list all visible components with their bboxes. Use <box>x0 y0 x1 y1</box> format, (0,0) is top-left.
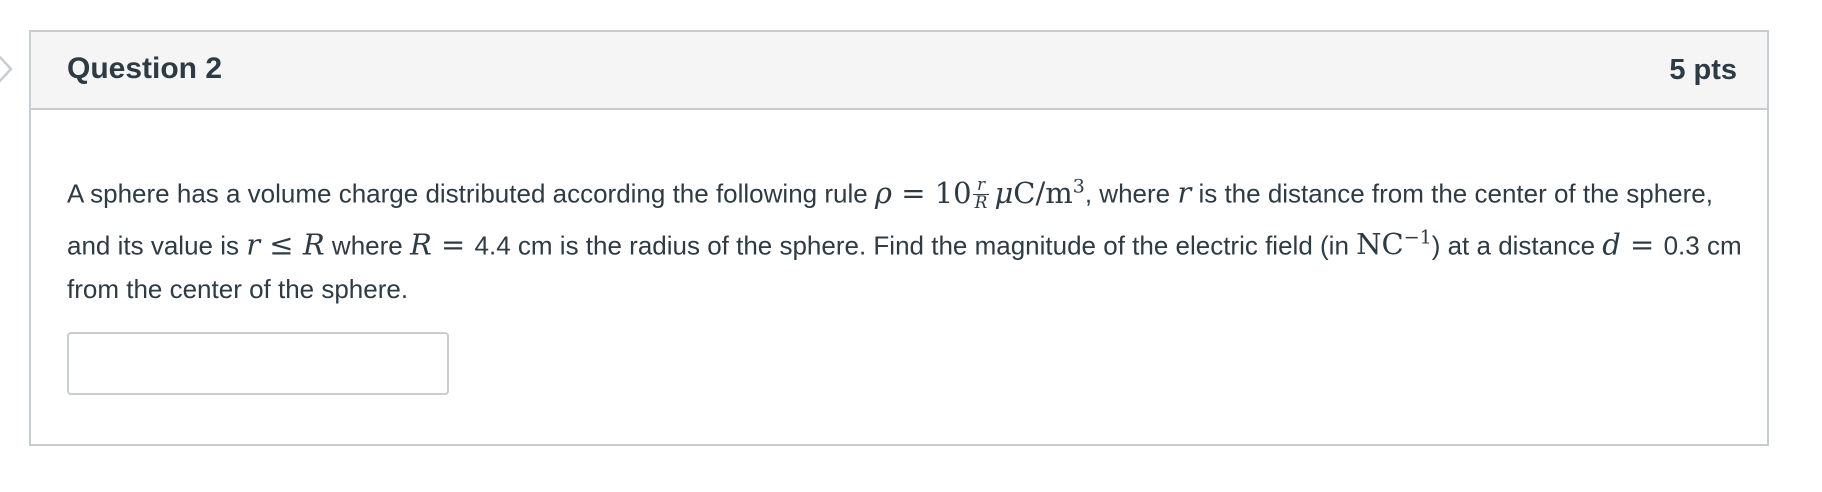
question-text-segment: where <box>324 230 410 261</box>
math-symbol-R: R <box>302 227 325 262</box>
question-card: Question 2 5 pts A sphere has a volume c… <box>29 30 1769 446</box>
fraction-denominator: R <box>974 193 988 214</box>
unit-nc-exponent: −1 <box>1403 226 1432 249</box>
math-symbol-R: R <box>409 227 432 262</box>
math-symbol-r: r <box>1177 175 1192 210</box>
math-symbol-r: r <box>246 227 261 262</box>
chevron-right-icon <box>0 55 13 83</box>
math-equals: = <box>431 227 475 262</box>
math-symbol-d: d <box>1602 227 1621 262</box>
unit-nc: NC <box>1356 227 1404 262</box>
math-symbol-mu: μ <box>994 175 1014 210</box>
math-unit-nc: NC−1 <box>1356 226 1432 262</box>
math-le: ≤ <box>260 227 303 262</box>
question-text: A sphere has a volume charge distributed… <box>67 164 1747 311</box>
math-inequality: r ≤ R <box>246 227 324 261</box>
math-symbol-rho: ρ <box>874 175 892 210</box>
math-fraction: rR <box>972 177 990 214</box>
question-text-segment: , where <box>1084 178 1178 209</box>
math-expression: ρ = 10 r RμC/m3 <box>874 175 1085 214</box>
math-equals-ten: = 10 <box>891 175 972 210</box>
math-equals: = <box>1620 227 1664 262</box>
question-title: Question 2 <box>67 52 223 85</box>
math-unit-exponent: 3 <box>1072 175 1085 197</box>
question-text-segment: ) at a distance <box>1431 230 1603 261</box>
math-unit: C/m <box>1013 175 1073 210</box>
answer-input[interactable] <box>67 332 449 395</box>
question-text-segment: A sphere has a volume charge distributed… <box>67 178 875 209</box>
question-header: Question 2 5 pts <box>31 32 1767 110</box>
question-text-segment: 4.4 cm is the radius of the sphere. Find… <box>474 230 1357 261</box>
question-points: 5 pts <box>1669 54 1737 86</box>
